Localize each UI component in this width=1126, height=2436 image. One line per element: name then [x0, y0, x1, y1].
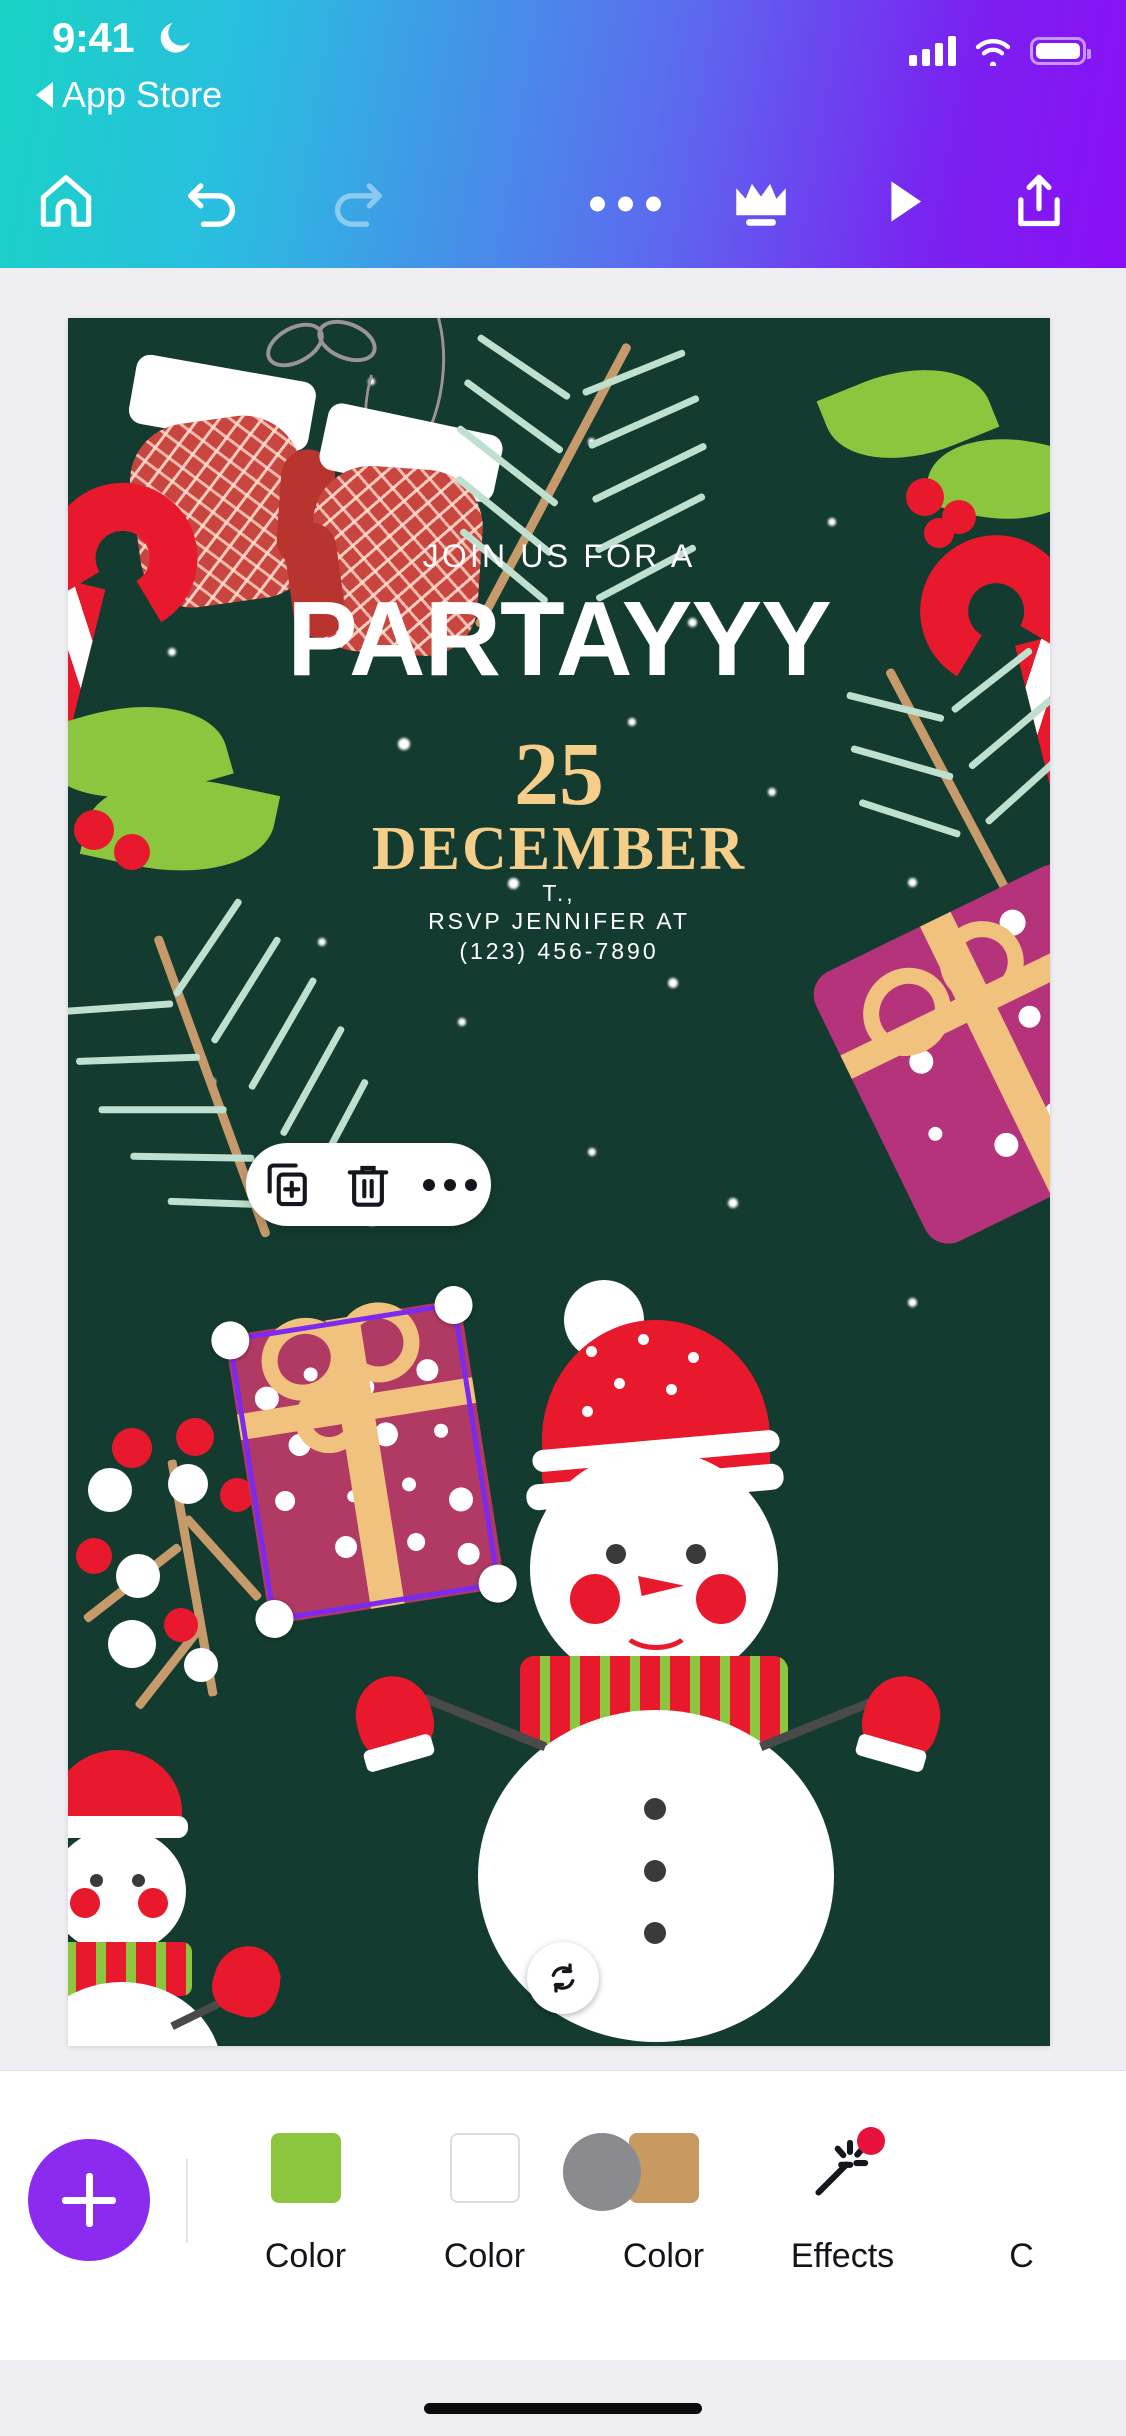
undo-button[interactable] — [178, 168, 246, 241]
snow-fleck — [668, 978, 678, 988]
status-bar: 9:41 App Store — [0, 0, 1126, 140]
selection-frame[interactable] — [208, 1283, 520, 1641]
holly-berry — [176, 1418, 214, 1456]
pro-crown-button[interactable] — [728, 169, 794, 240]
cellular-bars-icon — [909, 36, 956, 66]
editor-toolbar — [0, 140, 1126, 268]
share-upload-icon — [1018, 174, 1060, 227]
snow-fleck — [828, 518, 836, 526]
white-berry — [88, 1468, 132, 1512]
more-horizontal-icon — [590, 196, 661, 212]
duplicate-button[interactable] — [261, 1159, 313, 1211]
invite-eyebrow[interactable]: JOIN US FOR A — [68, 538, 1050, 575]
duplicate-icon — [267, 1162, 307, 1206]
invite-title[interactable]: PARTAYYY — [68, 586, 1050, 692]
undo-icon — [188, 183, 236, 227]
color-swatch-2-button[interactable]: Color — [395, 2133, 641, 2276]
home-indicator[interactable] — [424, 2403, 702, 2414]
snowman-eye — [686, 1544, 706, 1564]
app-header: 9:41 App Store — [0, 0, 1126, 268]
delete-button[interactable] — [342, 1159, 394, 1211]
white-berry — [116, 1554, 160, 1598]
color-label-3: Color — [622, 2237, 705, 2275]
effects-button[interactable]: Effects — [753, 2127, 932, 2276]
back-triangle-icon — [36, 82, 53, 108]
rotate-handle[interactable] — [527, 1942, 599, 2014]
color-overflow-bubble[interactable] — [563, 2133, 641, 2211]
resize-handle-top-left[interactable] — [208, 1318, 253, 1363]
editor-stage[interactable]: JOIN US FOR A PARTAYYY 25 DECEMBER T., R… — [0, 268, 1126, 2070]
snowman-main[interactable] — [346, 1280, 950, 2042]
bottom-toolbar-items: Color Color Color Effects C — [216, 2127, 1126, 2276]
swatch-green — [270, 2133, 341, 2203]
snowman-smile — [620, 1604, 692, 1650]
effects-badge — [857, 2127, 885, 2155]
snow-fleck — [628, 718, 636, 726]
color-label-1: Color — [264, 2237, 347, 2275]
redo-icon — [334, 183, 382, 227]
phone-screen: 9:41 App Store JOIN US FOR A PARTAYYY 25… — [0, 0, 1126, 2436]
status-time: 9:41 — [52, 14, 135, 61]
snowman-cheek — [570, 1574, 620, 1624]
invite-month[interactable]: DECEMBER — [68, 818, 1050, 880]
snowman-mitten — [204, 1937, 290, 2025]
snow-fleck — [908, 1298, 917, 1307]
invite-phone[interactable]: (123) 456-7890 — [68, 934, 1050, 969]
toolbar-divider — [186, 2159, 188, 2243]
home-icon — [40, 175, 92, 227]
battery-icon — [1030, 37, 1091, 65]
snowman-cheek — [696, 1574, 746, 1624]
white-berry — [168, 1464, 208, 1504]
more-options-button[interactable] — [590, 196, 661, 212]
back-label: App Store — [62, 74, 223, 115]
snowman-button — [644, 1798, 666, 1820]
next-tool-button-clipped[interactable]: C — [932, 2133, 1111, 2276]
trash-icon — [347, 1165, 388, 1207]
snowman-button — [644, 1860, 666, 1882]
snowman-small — [68, 1750, 290, 2046]
moon-icon — [160, 23, 190, 53]
element-context-menu[interactable] — [246, 1143, 491, 1226]
crown-icon — [736, 183, 786, 226]
white-berry — [108, 1620, 156, 1668]
resize-handle-bottom-left[interactable] — [252, 1597, 297, 1641]
redo-button[interactable] — [324, 168, 392, 241]
snow-fleck — [458, 1018, 466, 1026]
play-icon — [891, 181, 922, 222]
back-to-app-store-button[interactable]: App Store — [36, 74, 222, 116]
add-element-button[interactable] — [28, 2139, 150, 2261]
effects-label: Effects — [790, 2237, 895, 2275]
color-label-2: Color — [443, 2237, 526, 2275]
holly-berry — [112, 1428, 152, 1468]
wifi-icon — [975, 39, 1011, 66]
present-button[interactable] — [872, 171, 934, 238]
design-canvas[interactable]: JOIN US FOR A PARTAYYY 25 DECEMBER T., R… — [68, 318, 1050, 2046]
snowman-eye — [606, 1544, 626, 1564]
more-horizontal-icon — [422, 1178, 477, 1191]
snow-fleck — [728, 1198, 738, 1208]
clipped-label: C — [1009, 2237, 1034, 2275]
snowman-head — [530, 1450, 778, 1688]
bottom-toolbar: Color Color Color Effects C — [0, 2070, 1126, 2360]
holly-berry — [906, 478, 944, 516]
clipped-swatch — [987, 2133, 1057, 2203]
holly-berry — [164, 1608, 198, 1642]
rotate-icon — [551, 1963, 575, 1993]
white-berry — [184, 1648, 218, 1682]
snow-fleck — [588, 1148, 596, 1156]
snowman-button — [644, 1922, 666, 1944]
invite-day[interactable]: 25 — [68, 730, 1050, 820]
status-indicators — [909, 36, 1091, 66]
context-more-button[interactable] — [422, 1178, 477, 1191]
color-swatch-1-button[interactable]: Color — [216, 2133, 395, 2276]
share-button[interactable] — [1006, 169, 1072, 240]
holly-berry — [76, 1538, 112, 1574]
home-button[interactable] — [32, 168, 100, 241]
swatch-white — [449, 2133, 520, 2203]
